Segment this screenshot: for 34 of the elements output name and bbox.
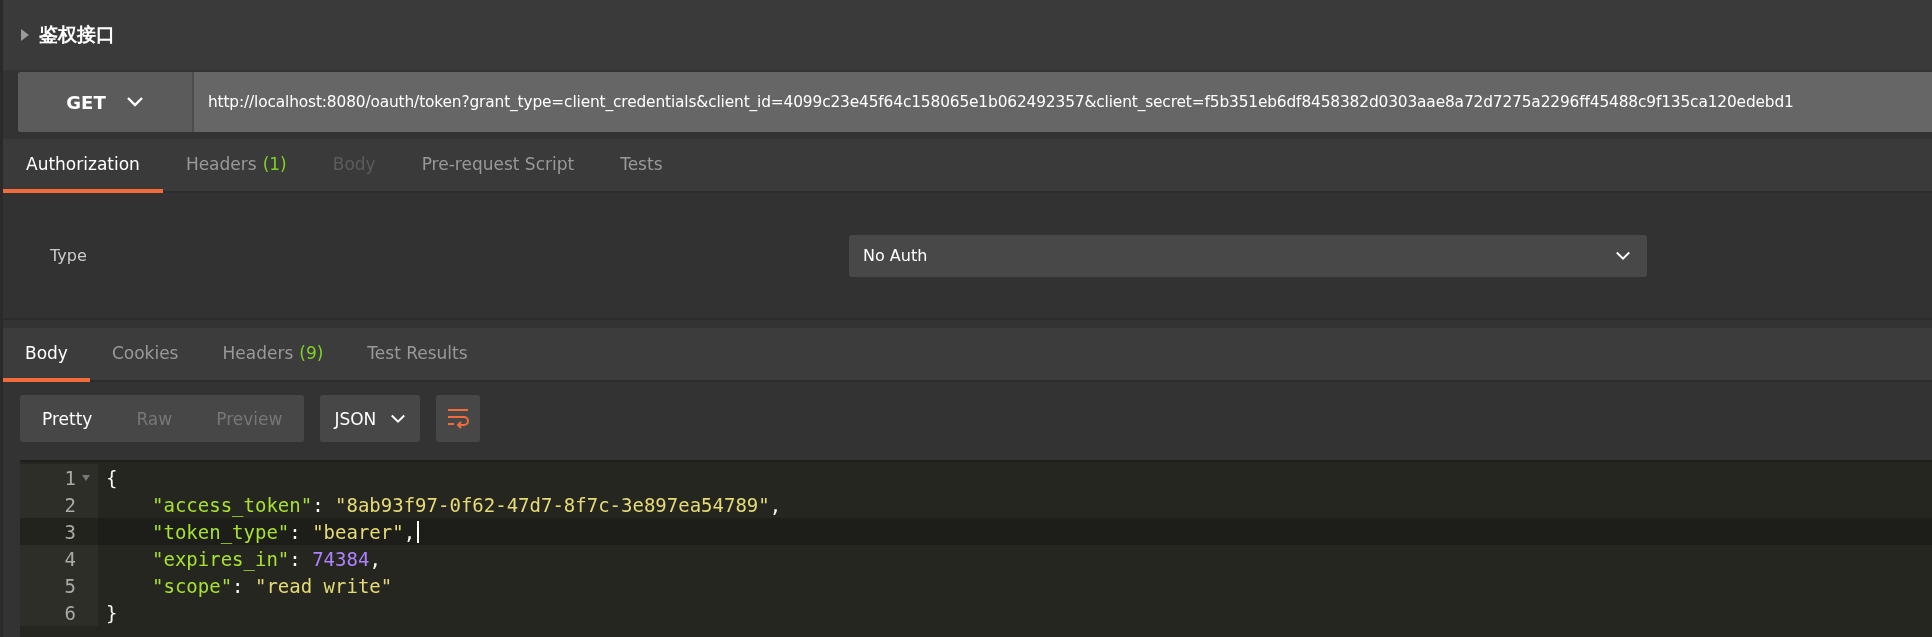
response-tab[interactable]: Cookies (89, 328, 201, 382)
auth-type-dropdown[interactable]: No Auth (849, 234, 1647, 277)
chevron-down-icon (1615, 250, 1631, 261)
line-number: 4 (64, 547, 76, 570)
method-dropdown[interactable]: GET (18, 72, 194, 132)
wrap-lines-button[interactable] (436, 395, 481, 442)
line-number: 5 (64, 574, 76, 597)
request-tab[interactable]: Headers (1) (162, 139, 310, 193)
expand-arrow-icon[interactable] (21, 29, 29, 41)
request-tab[interactable]: Pre-request Script (398, 139, 598, 193)
format-dropdown[interactable]: JSON (320, 395, 421, 442)
request-tab[interactable]: Tests (597, 139, 686, 193)
code-line: "access_token": "8ab93f97-0f62-47d7-8f7c-3e897ea54789", (152, 493, 782, 516)
line-number: 1 (64, 466, 76, 489)
code-line: "expires_in": 74384, (152, 547, 381, 570)
code-line: "token_type": "bearer", (152, 520, 416, 543)
code-line: { (106, 466, 118, 489)
chevron-down-icon (390, 413, 407, 424)
fold-arrow-icon[interactable] (82, 474, 90, 481)
code-line: "scope": "read write" (152, 574, 393, 597)
line-number: 2 (64, 493, 76, 516)
request-name: 鉴权接口 (39, 22, 115, 47)
type-label: Type (50, 246, 88, 265)
view-mode-button[interactable]: Pretty (20, 395, 115, 442)
chevron-down-icon (125, 97, 144, 107)
line-number: 3 (64, 520, 76, 543)
response-tab[interactable]: Body (3, 328, 90, 382)
url-field[interactable]: http://localhost:8080/oauth/token?grant_type=client_credentials&client_id=4099c23e45f64c158065e1b062492357&client_secret=f5b351eb6df8458382d0303aae8a72d7275a2296ff45488c9f135ca120edebd1 (194, 72, 1932, 132)
code-line: } (106, 601, 118, 624)
wrap-lines-icon (447, 408, 470, 429)
response-tab[interactable]: Headers (9) (200, 328, 346, 382)
response-tab[interactable]: Test Results (345, 328, 490, 382)
text-cursor (417, 520, 420, 543)
line-number: 6 (64, 601, 76, 624)
